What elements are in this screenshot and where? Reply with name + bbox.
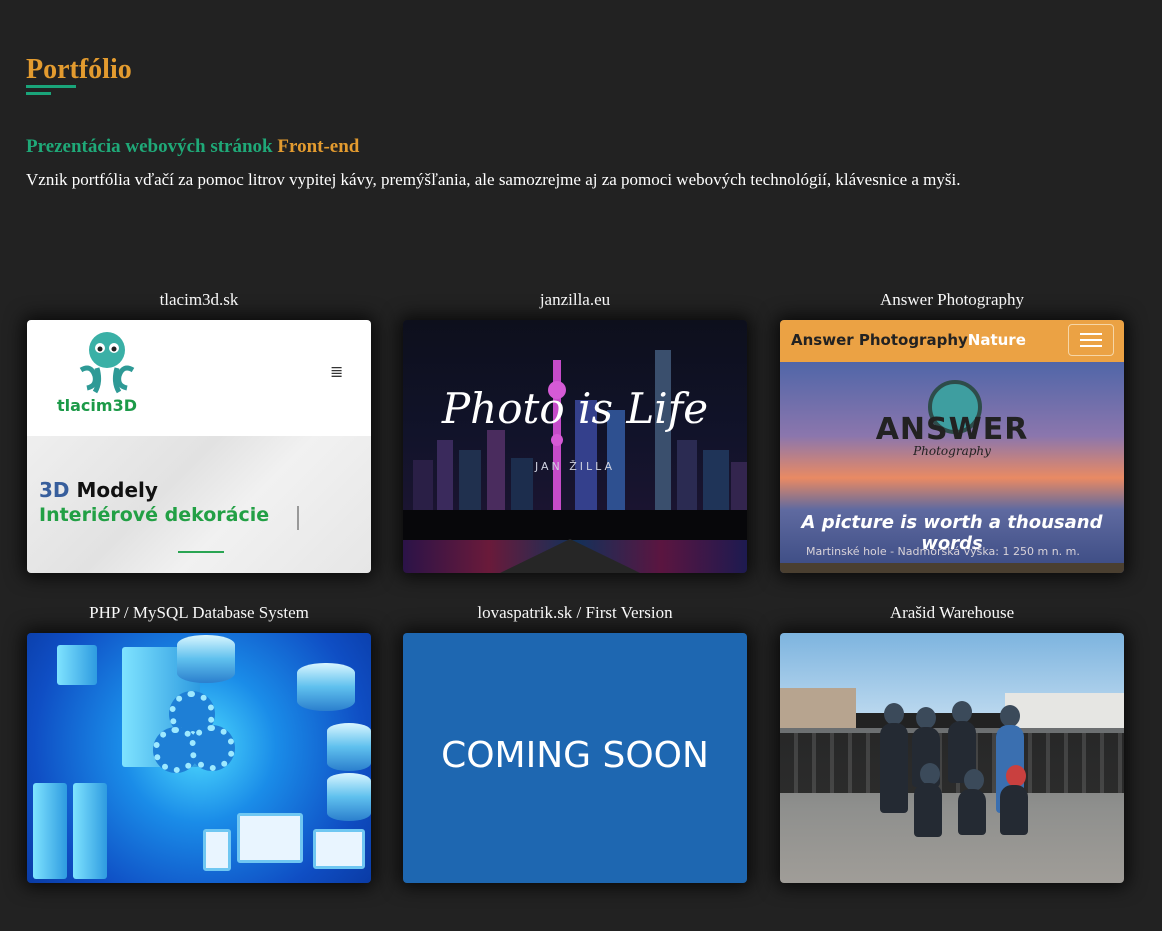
database-icon — [297, 663, 355, 711]
photo-person — [880, 723, 908, 813]
subtitle-green-text: Prezentácia webových stránok — [26, 136, 273, 157]
project-label-answer-photography: Answer Photography — [879, 290, 1024, 309]
project-card-janzilla[interactable]: Photo is Life JAN ŽILLA — [403, 320, 747, 573]
title-underline — [26, 85, 76, 88]
helmet-icon — [952, 701, 972, 723]
photo-person — [1000, 785, 1028, 835]
photo-building — [1005, 693, 1124, 729]
preview-logo-text: tlacim3D — [57, 396, 137, 415]
project-label-lovaspatrik: lovaspatrik.sk / First Version — [477, 603, 673, 622]
hamburger-menu-icon: ≣ — [330, 362, 344, 381]
section-subtitle: Prezentácia webových stránok Front-end — [26, 136, 359, 158]
preview-logo-sub: Photography — [913, 444, 991, 458]
phone-icon — [203, 829, 231, 871]
database-icon — [177, 635, 235, 683]
preview-heading-line1: 3D Modely — [39, 478, 158, 502]
helmet-icon — [964, 769, 984, 791]
preview-brand: Answer PhotographyNature — [791, 331, 1026, 349]
scroll-down-shape — [500, 539, 640, 573]
project-card-lovaspatrik[interactable]: COMING SOON — [403, 633, 747, 883]
gear-icon — [189, 725, 235, 771]
server-icon — [73, 783, 107, 879]
project-label-arasid-warehouse: Arašid Warehouse — [889, 603, 1015, 622]
photo-building — [780, 688, 856, 728]
preview-subtitle: JAN ŽILLA — [534, 460, 616, 473]
server-icon — [33, 783, 67, 879]
helmet-icon — [916, 707, 936, 729]
preview-logo: ANSWER — [875, 412, 1029, 447]
text-cursor — [297, 506, 299, 530]
hill-silhouette — [780, 563, 1124, 573]
preview-heading-modely: Modely — [69, 478, 158, 502]
title-underline-short — [26, 92, 51, 95]
preview-title: Photo is Life — [441, 384, 709, 433]
chart-screen-icon — [313, 829, 365, 869]
project-card-tlacim3d[interactable]: tlacim3D ≣ 3D Modely Interiérové dekorác… — [27, 320, 371, 573]
page-title: Portfólio — [26, 54, 132, 85]
photo-person — [914, 783, 942, 837]
database-icon — [327, 723, 371, 771]
helmet-icon — [920, 763, 940, 785]
subtitle-orange-text: Front-end — [277, 136, 360, 157]
project-card-php-mysql[interactable] — [27, 633, 371, 883]
coming-soon-text: COMING SOON — [441, 735, 709, 776]
preview-heading-line2: Interiérové dekorácie — [39, 504, 270, 526]
database-icon — [327, 773, 371, 821]
preview-heading-3d: 3D — [39, 478, 70, 502]
photo-person — [958, 789, 986, 835]
chart-screen-icon — [237, 813, 303, 863]
preview-dark-band — [403, 510, 747, 540]
section-description: Vznik portfólia vďačí za pomoc litrov vy… — [26, 170, 961, 189]
project-card-answer-photography[interactable]: Answer PhotographyNature ANSWER Photogra… — [780, 320, 1124, 573]
helmet-icon — [1000, 705, 1020, 727]
octopus-logo-icon — [79, 332, 135, 394]
project-label-php-mysql: PHP / MySQL Database System — [89, 603, 309, 622]
preview-accent-line — [178, 551, 224, 553]
portfolio-header: Portfólio — [26, 52, 132, 95]
preview-brand-suffix: Nature — [967, 331, 1026, 349]
helmet-icon — [1006, 765, 1026, 787]
preview-brand-name: Answer Photography — [791, 331, 968, 349]
preview-caption: Martinské hole - Nadmorská výška: 1 250 … — [806, 545, 1080, 558]
project-label-janzilla: janzilla.eu — [539, 290, 611, 309]
project-card-arasid-warehouse[interactable] — [780, 633, 1124, 883]
computer-icon — [57, 645, 97, 685]
project-label-tlacim3d: tlacim3d.sk — [159, 290, 239, 309]
helmet-icon — [884, 703, 904, 725]
hamburger-menu-icon — [1068, 324, 1114, 356]
